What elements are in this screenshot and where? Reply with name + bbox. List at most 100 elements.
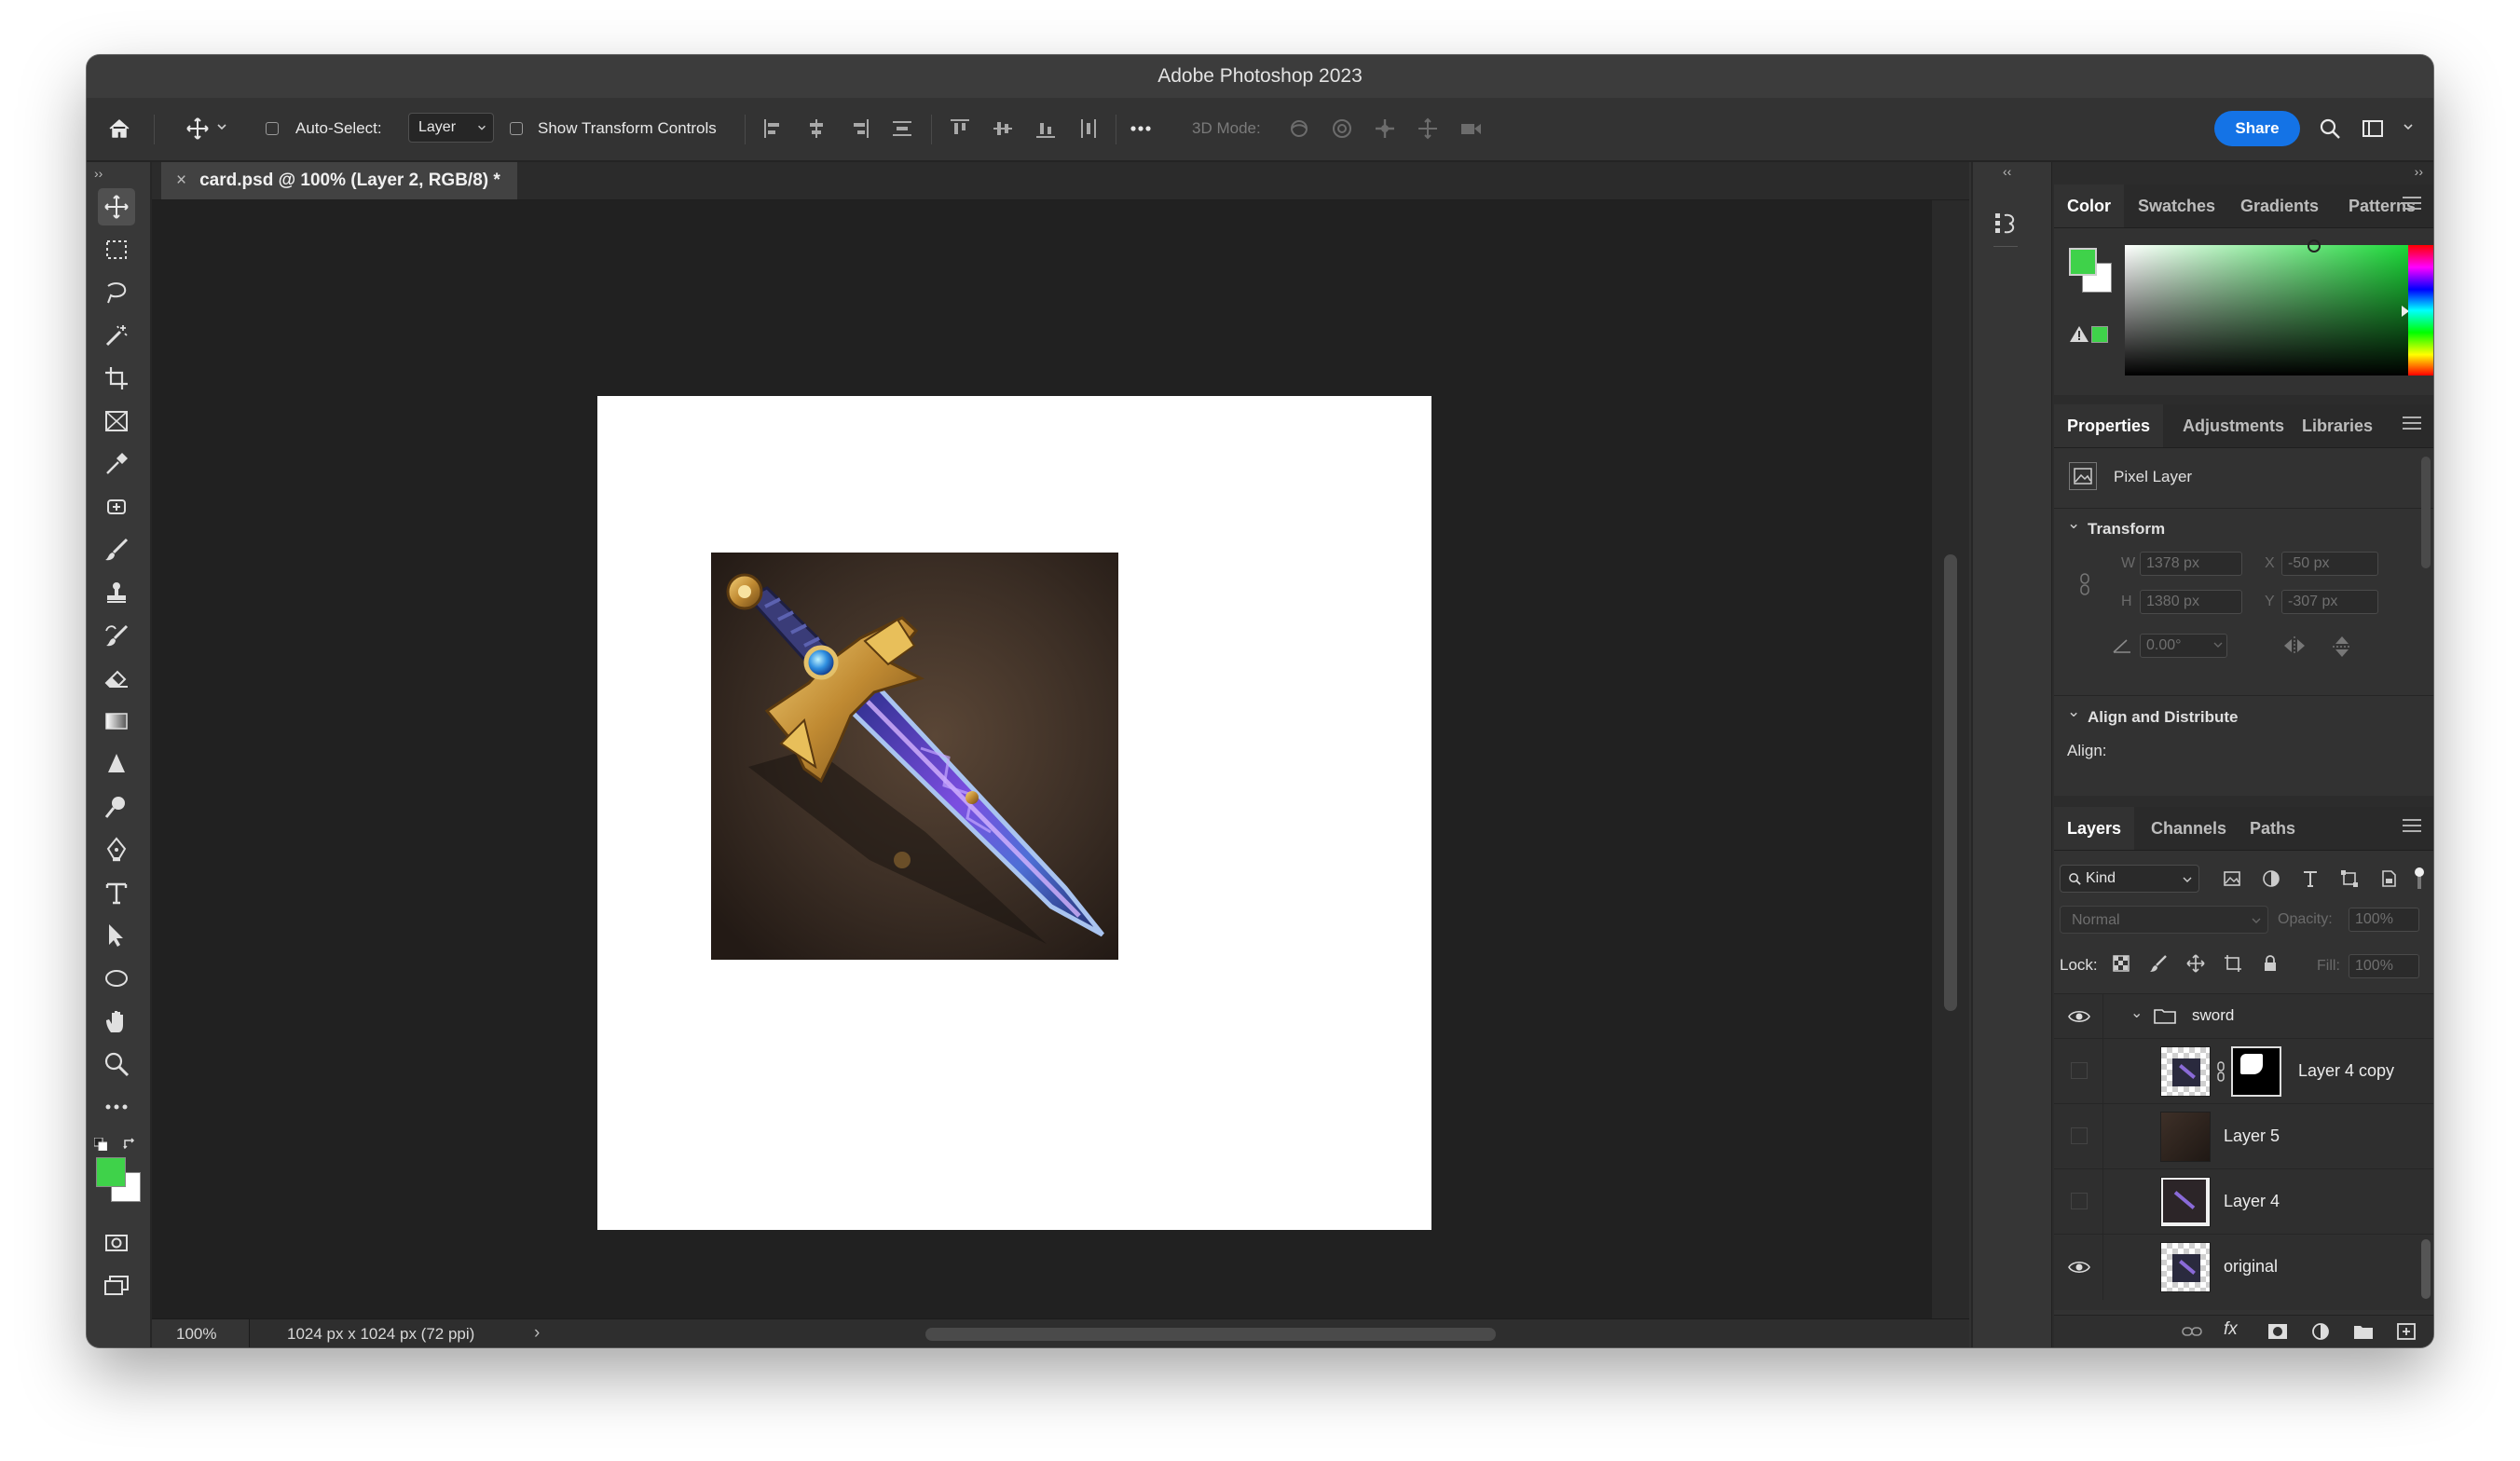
- foreground-color-swatch[interactable]: [96, 1157, 126, 1187]
- chevron-down-icon[interactable]: ⌄: [2067, 703, 2080, 721]
- visibility-toggle[interactable]: [2071, 1127, 2088, 1144]
- lock-pixels-icon[interactable]: [2149, 954, 2168, 973]
- auto-select-checkbox[interactable]: [266, 122, 279, 135]
- pen-tool-button[interactable]: [98, 831, 135, 868]
- eye-icon[interactable]: [2067, 1007, 2091, 1026]
- quick-mask-button[interactable]: [98, 1224, 135, 1262]
- layer-mask-thumbnail[interactable]: [2231, 1046, 2281, 1097]
- height-field[interactable]: 1380 px: [2140, 590, 2242, 614]
- path-selection-tool-button[interactable]: [98, 917, 135, 954]
- lock-transparent-icon[interactable]: [2112, 954, 2130, 973]
- chevron-down-icon[interactable]: ⌄: [2130, 1004, 2143, 1022]
- layers-scrollbar[interactable]: [2421, 1239, 2431, 1299]
- tab-libraries[interactable]: Libraries: [2289, 404, 2386, 447]
- chevron-down-icon[interactable]: ⌄: [2067, 514, 2080, 533]
- filter-adjustment-icon[interactable]: [2261, 868, 2281, 889]
- show-transform-checkbox[interactable]: [510, 122, 523, 135]
- vertical-scroll-thumb[interactable]: [1944, 554, 1957, 1011]
- home-icon[interactable]: [107, 116, 131, 141]
- horizontal-scroll-thumb[interactable]: [925, 1328, 1496, 1341]
- tab-layers[interactable]: Layers: [2054, 807, 2135, 850]
- x-field[interactable]: -50 px: [2281, 552, 2378, 576]
- collapse-dock-icon[interactable]: ››: [2415, 164, 2423, 179]
- panel-foreground-swatch[interactable]: [2069, 248, 2097, 276]
- shape-tool-button[interactable]: [98, 960, 135, 997]
- distribute-vertical-icon[interactable]: [1076, 116, 1101, 141]
- move-tool-icon[interactable]: [185, 116, 210, 141]
- move-tool-button[interactable]: [98, 188, 135, 225]
- properties-panel-menu-icon[interactable]: [2403, 416, 2421, 433]
- fill-field[interactable]: 100%: [2349, 954, 2419, 978]
- layer-row[interactable]: Layer 4 copy: [2054, 1038, 2433, 1104]
- color-panel-menu-icon[interactable]: [2403, 197, 2421, 213]
- collapse-strip-icon[interactable]: ‹‹: [2003, 164, 2011, 179]
- frame-tool-button[interactable]: [98, 403, 135, 440]
- link-icon[interactable]: [2216, 1061, 2226, 1082]
- edit-toolbar-button[interactable]: [98, 1088, 135, 1126]
- tab-paths[interactable]: Paths: [2237, 807, 2308, 850]
- stamp-tool-button[interactable]: [98, 574, 135, 611]
- flip-horizontal-icon[interactable]: [2281, 634, 2308, 658]
- new-group-icon[interactable]: [2352, 1321, 2375, 1342]
- eraser-tool-button[interactable]: [98, 660, 135, 697]
- filter-pixel-icon[interactable]: [2222, 868, 2242, 889]
- tab-gradients[interactable]: Gradients: [2227, 184, 2332, 227]
- tab-color[interactable]: Color: [2054, 184, 2124, 227]
- lasso-tool-button[interactable]: [98, 274, 135, 311]
- eyedropper-tool-button[interactable]: [98, 445, 135, 483]
- tab-swatches[interactable]: Swatches: [2125, 184, 2228, 227]
- visibility-toggle[interactable]: [2071, 1062, 2088, 1079]
- layer-group-row[interactable]: ⌄ sword: [2054, 993, 2433, 1039]
- auto-select-dropdown[interactable]: Layer: [408, 113, 494, 143]
- screen-mode-button[interactable]: [98, 1267, 135, 1304]
- chevron-down-icon[interactable]: [2402, 120, 2415, 133]
- color-field[interactable]: [2125, 239, 2429, 375]
- history-brush-tool-button[interactable]: [98, 617, 135, 654]
- filter-shape-icon[interactable]: [2339, 868, 2360, 889]
- gradient-tool-button[interactable]: [98, 703, 135, 740]
- magic-wand-tool-button[interactable]: [98, 317, 135, 354]
- document-canvas[interactable]: [597, 396, 1431, 1230]
- hand-tool-button[interactable]: [98, 1003, 135, 1040]
- opacity-field[interactable]: 100%: [2349, 908, 2419, 932]
- lock-artboard-icon[interactable]: [2224, 954, 2242, 973]
- filter-smart-object-icon[interactable]: [2378, 868, 2399, 889]
- chevron-right-icon[interactable]: ›: [534, 1323, 540, 1344]
- brush-tool-button[interactable]: [98, 531, 135, 568]
- crop-tool-button[interactable]: [98, 360, 135, 397]
- properties-scrollbar[interactable]: [2421, 457, 2431, 568]
- layer-row[interactable]: Layer 4: [2054, 1168, 2433, 1235]
- width-field[interactable]: 1378 px: [2140, 552, 2242, 576]
- align-bottom-icon[interactable]: [1034, 116, 1058, 141]
- tab-channels[interactable]: Channels: [2138, 807, 2239, 850]
- collapse-toolbar-icon[interactable]: ››: [94, 166, 103, 181]
- swap-colors-icon[interactable]: [122, 1137, 137, 1152]
- share-button[interactable]: Share: [2214, 111, 2300, 146]
- chevron-down-icon[interactable]: [2212, 639, 2224, 650]
- y-field[interactable]: -307 px: [2281, 590, 2378, 614]
- layer-filter-dropdown[interactable]: Kind: [2060, 865, 2199, 893]
- visibility-toggle[interactable]: [2071, 1193, 2088, 1209]
- blur-tool-button[interactable]: [98, 745, 135, 783]
- canvas-area[interactable]: [152, 200, 1932, 1318]
- align-section-title[interactable]: Align and Distribute: [2088, 708, 2239, 727]
- tab-adjustments[interactable]: Adjustments: [2170, 404, 2297, 447]
- type-tool-button[interactable]: [98, 874, 135, 911]
- chevron-down-icon[interactable]: [215, 120, 228, 133]
- default-colors-icon[interactable]: [94, 1138, 107, 1151]
- document-tab[interactable]: × card.psd @ 100% (Layer 2, RGB/8) *: [161, 162, 517, 199]
- vertical-scrollbar[interactable]: [1932, 200, 1969, 1318]
- lock-position-icon[interactable]: [2186, 954, 2205, 973]
- out-of-gamut-warning-icon[interactable]: [2069, 324, 2089, 343]
- align-middle-v-icon[interactable]: [991, 116, 1015, 141]
- zoom-level[interactable]: 100%: [176, 1325, 216, 1344]
- gamut-color-swatch[interactable]: [2091, 326, 2108, 343]
- link-layers-icon[interactable]: [2181, 1321, 2203, 1342]
- more-options-icon[interactable]: [1129, 116, 1153, 141]
- close-tab-icon[interactable]: ×: [176, 171, 186, 190]
- add-mask-icon[interactable]: [2267, 1321, 2289, 1342]
- fx-icon[interactable]: fx: [2224, 1319, 2238, 1340]
- healing-tool-button[interactable]: [98, 488, 135, 526]
- history-panel-icon[interactable]: [1992, 209, 2020, 237]
- hue-slider[interactable]: [2408, 245, 2433, 375]
